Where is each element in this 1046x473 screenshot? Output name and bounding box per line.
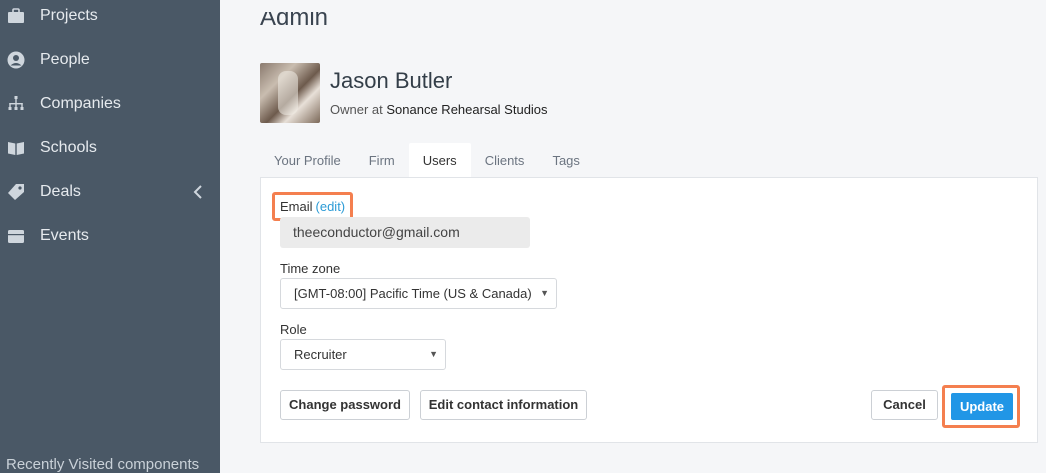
sidebar-item-deals[interactable]: Deals [0, 174, 220, 210]
tag-icon [7, 183, 25, 201]
main-content: Admin Jason Butler Owner at Sonance Rehe… [220, 0, 1046, 473]
calendar-icon [7, 227, 25, 245]
page-title: Admin [260, 6, 329, 30]
email-label: Email [280, 199, 313, 214]
sidebar-item-label: Events [40, 227, 89, 244]
sidebar-item-people[interactable]: People [0, 42, 220, 78]
caret-down-icon: ▼ [429, 349, 438, 359]
briefcase-icon [7, 7, 25, 25]
sidebar-item-label: Schools [40, 139, 97, 156]
user-profile-header: Jason Butler Owner at Sonance Rehearsal … [260, 63, 548, 123]
user-name: Jason Butler [330, 68, 453, 93]
role-value: Recruiter [294, 347, 347, 362]
timezone-label: Time zone [280, 261, 341, 276]
sidebar-item-events[interactable]: Events [0, 218, 220, 254]
tab-users[interactable]: Users [408, 143, 471, 178]
cancel-button[interactable]: Cancel [871, 390, 938, 420]
user-role: Owner at Sonance Rehearsal Studios [330, 102, 548, 117]
sidebar-item-label: People [40, 51, 90, 68]
users-panel: Email (edit) theeconductor@gmail.com Tim… [260, 177, 1038, 443]
tab-tags[interactable]: Tags [538, 143, 593, 178]
caret-down-icon: ▼ [540, 288, 549, 298]
role-prefix: Owner at [330, 102, 383, 117]
admin-tabs: Your Profile Firm Users Clients Tags [260, 143, 594, 178]
recently-visited-label: Recently Visited components [6, 456, 200, 473]
update-button[interactable]: Update [951, 393, 1013, 420]
sidebar-item-schools[interactable]: Schools [0, 130, 220, 166]
book-icon [7, 139, 25, 157]
org-chart-icon [7, 95, 25, 113]
company-name: Sonance Rehearsal Studios [386, 102, 548, 117]
email-field: theeconductor@gmail.com [280, 217, 530, 248]
sidebar-item-companies[interactable]: Companies [0, 86, 220, 122]
timezone-select[interactable]: [GMT-08:00] Pacific Time (US & Canada) ▼ [280, 278, 557, 309]
email-edit-link[interactable]: (edit) [316, 199, 346, 214]
update-button-highlight: Update [942, 385, 1020, 428]
sidebar-item-label: Deals [40, 183, 81, 200]
sidebar: Projects People Companies Schools Deals … [0, 0, 220, 473]
change-password-button[interactable]: Change password [280, 390, 410, 420]
role-label: Role [280, 322, 307, 337]
tab-clients[interactable]: Clients [471, 143, 539, 178]
avatar [260, 63, 320, 123]
person-icon [7, 51, 25, 69]
timezone-value: [GMT-08:00] Pacific Time (US & Canada) [294, 286, 532, 301]
sidebar-item-label: Projects [40, 7, 98, 24]
role-select[interactable]: Recruiter ▼ [280, 339, 446, 370]
edit-contact-button[interactable]: Edit contact information [420, 390, 587, 420]
tab-firm[interactable]: Firm [355, 143, 409, 178]
sidebar-item-label: Companies [40, 95, 121, 112]
sidebar-item-projects[interactable]: Projects [0, 0, 220, 34]
tab-your-profile[interactable]: Your Profile [260, 143, 355, 178]
chevron-left-icon[interactable] [192, 184, 204, 200]
